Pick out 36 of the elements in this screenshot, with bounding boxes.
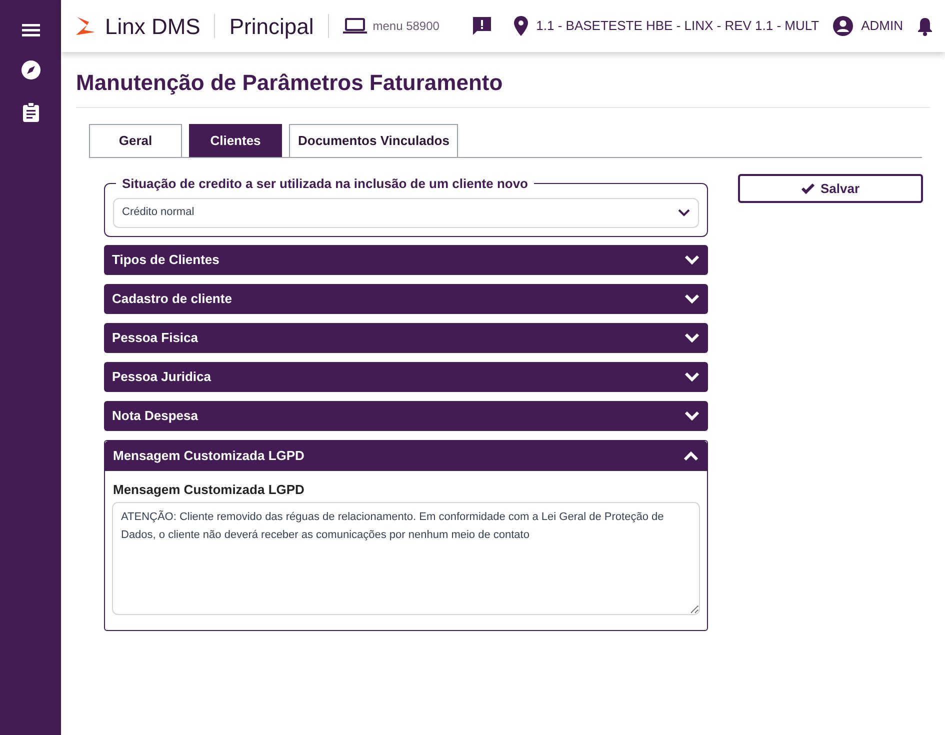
accordion-header[interactable]: Nota Despesa	[104, 400, 708, 430]
tab[interactable]: Geral	[89, 124, 182, 157]
message-field[interactable]: ATENÇÃO: Cliente removido das réguas de relacionamento. Em conformidade com a Lei Geral de Proteção de Dados, o cliente não deverá receber as comunicações por nenhum meio de contato	[112, 502, 700, 615]
chevron-down-icon	[684, 332, 700, 342]
accordion-header[interactable]: Pessoa Fisica	[104, 322, 708, 352]
compass-icon[interactable]	[20, 60, 40, 80]
accordion-header[interactable]: Cadastro de cliente	[104, 284, 708, 314]
group-legend: Situação de credito a ser utilizada na inclusão de um cliente novo	[116, 174, 534, 194]
accordion-header[interactable]: Pessoa Juridica	[104, 362, 708, 392]
tab[interactable]: Documentos Vinculados	[289, 124, 458, 157]
laptop-icon	[342, 17, 367, 35]
location-pin-icon[interactable]	[514, 16, 528, 36]
chevron-down-icon	[678, 208, 690, 216]
page-title: Manutenção de Parâmetros Faturamento	[76, 66, 930, 108]
chevron-down-icon	[684, 254, 700, 264]
menu-code: menu 58900	[372, 18, 440, 35]
field-label: Mensagem Customizada LGPD	[113, 480, 306, 499]
chevron-down-icon	[684, 410, 700, 420]
user-name[interactable]: ADMIN	[861, 16, 903, 36]
bell-icon[interactable]	[917, 16, 933, 36]
credit-dropdown[interactable]: Crédito normal	[113, 198, 699, 228]
chevron-down-icon	[684, 294, 700, 304]
chevron-up-icon	[683, 450, 699, 460]
user-icon[interactable]	[833, 16, 854, 36]
brand-name: Linx DMS	[105, 12, 200, 40]
save-button[interactable]: Salvar	[738, 174, 923, 203]
module-name: Principal	[229, 12, 314, 41]
location-label[interactable]: 1.1 - BASETESTE HBE - LINX - REV 1.1 - MULT	[536, 16, 820, 36]
menu-icon[interactable]	[20, 22, 40, 38]
feedback-icon[interactable]	[472, 16, 492, 36]
checkmark-icon	[801, 183, 816, 194]
accordion-header[interactable]: Tipos de Clientes	[104, 244, 708, 274]
clipboard-icon[interactable]	[22, 102, 40, 122]
accordion-header[interactable]: Mensagem Customizada LGPD	[105, 440, 707, 470]
tab[interactable]: Clientes	[189, 124, 282, 157]
chevron-down-icon	[684, 372, 700, 382]
